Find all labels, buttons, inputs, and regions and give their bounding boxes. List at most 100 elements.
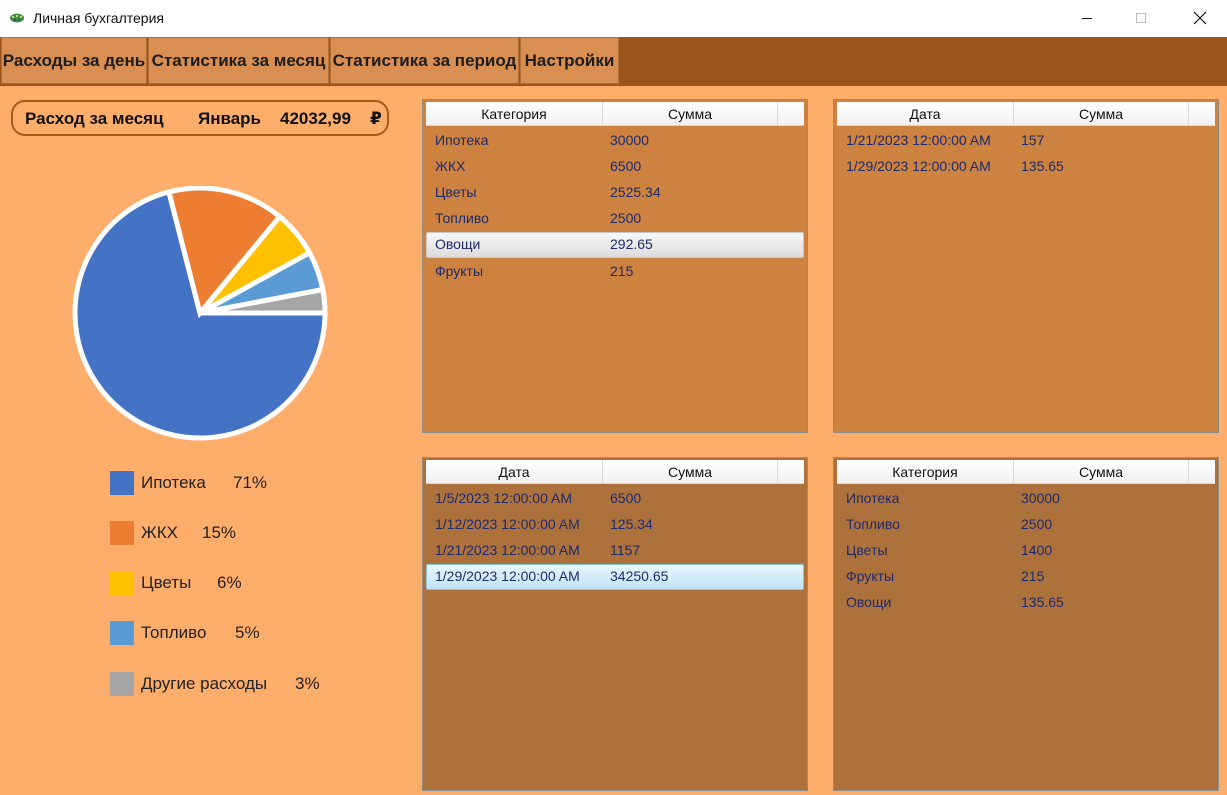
table-row[interactable]: 1/12/2023 12:00:00 AM 125.34 — [426, 512, 804, 538]
column-header[interactable]: Дата — [426, 460, 603, 483]
close-icon — [1193, 11, 1207, 25]
grid-header: Дата Сумма — [837, 102, 1215, 126]
legend-label: Цветы — [141, 573, 192, 592]
table-row[interactable]: Ипотека 30000 — [426, 128, 804, 154]
legend-swatch — [110, 621, 134, 645]
title-bar: Личная бухгалтерия — [0, 0, 1227, 37]
selected-table-row[interactable]: 1/29/2023 12:00:00 AM 34250.65 — [426, 564, 804, 590]
menu-settings[interactable]: Настройки — [520, 37, 619, 84]
table-row[interactable]: 1/29/2023 12:00:00 AM 135.65 — [837, 154, 1215, 180]
table-cell: 2500 — [610, 210, 642, 226]
main-area: Расход за месяц Январь 42032,99 ₽ Ипотек… — [0, 86, 1227, 795]
table-cell: 292.65 — [610, 236, 653, 252]
grid-header: Категория Сумма — [426, 102, 804, 126]
legend-label: Другие расходы — [141, 674, 268, 693]
table-row[interactable]: Цветы 2525.34 — [426, 180, 804, 206]
legend-swatch — [110, 672, 134, 696]
table-cell: Ипотека — [435, 132, 489, 148]
column-header[interactable]: Сумма — [603, 460, 778, 483]
legend-label: ЖКХ — [141, 523, 178, 542]
date-sum-grid-bottom[interactable]: Дата Сумма 1/5/2023 12:00:00 AM 6500 1/1… — [422, 457, 808, 791]
table-row[interactable]: ЖКХ 6500 — [426, 154, 804, 180]
summary-label: Расход за месяц — [25, 109, 164, 128]
table-cell: Фрукты — [435, 263, 484, 279]
table-row[interactable]: Фрукты 215 — [426, 259, 804, 285]
legend-label: Ипотека — [141, 473, 206, 492]
table-cell: Овощи — [846, 594, 892, 610]
table-row[interactable]: Топливо 2500 — [426, 206, 804, 232]
grid-header: Дата Сумма — [426, 460, 804, 484]
menu-monthly-stats[interactable]: Статистика за месяц — [148, 37, 329, 84]
table-cell: Топливо — [846, 516, 900, 532]
maximize-button[interactable] — [1118, 0, 1164, 36]
minimize-button[interactable] — [1064, 0, 1110, 36]
table-cell: Фрукты — [846, 568, 895, 584]
table-cell: 215 — [610, 263, 634, 279]
legend-percent: 5% — [235, 623, 260, 642]
menu-daily-expenses[interactable]: Расходы за день — [1, 37, 147, 84]
table-row[interactable]: Топливо 2500 — [837, 512, 1215, 538]
legend-swatch — [110, 471, 134, 495]
date-sum-grid-top[interactable]: Дата Сумма 1/21/2023 12:00:00 AM 157 1/2… — [833, 99, 1219, 433]
grid-header: Категория Сумма — [837, 460, 1215, 484]
table-cell: Цветы — [435, 184, 477, 200]
menu-bar: Расходы за день Статистика за месяц Стат… — [0, 37, 1227, 86]
table-cell: 2500 — [1021, 516, 1053, 532]
legend-percent: 6% — [217, 573, 242, 592]
table-cell: 135.65 — [1021, 158, 1064, 174]
table-row[interactable]: 1/21/2023 12:00:00 AM 157 — [837, 128, 1215, 154]
legend-percent: 71% — [233, 473, 268, 492]
legend-swatch — [110, 571, 134, 595]
table-cell: Овощи — [435, 236, 481, 252]
legend-label: Топливо — [141, 623, 207, 642]
category-sum-grid[interactable]: Категория Сумма Ипотека 30000 ЖКХ 6500 Ц… — [422, 99, 808, 433]
maximize-icon — [1136, 13, 1146, 23]
close-button[interactable] — [1177, 0, 1223, 36]
table-row[interactable]: Овощи 135.65 — [837, 590, 1215, 616]
table-row[interactable]: Фрукты 215 — [837, 564, 1215, 590]
column-header[interactable]: Сумма — [1014, 460, 1189, 483]
table-row[interactable]: Цветы 1400 — [837, 538, 1215, 564]
table-cell: 1/29/2023 12:00:00 AM — [846, 158, 991, 174]
legend-swatch — [110, 521, 134, 545]
column-header[interactable]: Категория — [837, 460, 1014, 483]
table-cell: Цветы — [846, 542, 888, 558]
column-header[interactable]: Категория — [426, 102, 603, 125]
column-header[interactable]: Сумма — [1014, 102, 1189, 125]
table-cell: Топливо — [435, 210, 489, 226]
legend-percent: 3% — [295, 674, 320, 693]
table-cell: 1157 — [610, 542, 641, 558]
table-cell: 6500 — [610, 490, 642, 506]
table-row[interactable]: 1/21/2023 12:00:00 AM 1157 — [426, 538, 804, 564]
table-cell: 1/29/2023 12:00:00 AM — [435, 568, 580, 584]
window-title: Личная бухгалтерия — [33, 10, 164, 26]
table-cell: 1400 — [1021, 542, 1053, 558]
table-row[interactable]: 1/5/2023 12:00:00 AM 6500 — [426, 486, 804, 512]
menu-period-stats[interactable]: Статистика за период — [330, 37, 519, 84]
table-cell: 125.34 — [610, 516, 653, 532]
table-cell: 215 — [1021, 568, 1045, 584]
table-cell: 1/21/2023 12:00:00 AM — [846, 132, 991, 148]
table-cell: 135.65 — [1021, 594, 1064, 610]
table-cell: 1/21/2023 12:00:00 AM — [435, 542, 580, 558]
expense-pie-chart — [72, 186, 328, 441]
app-icon — [9, 11, 25, 23]
table-cell: 1/12/2023 12:00:00 AM — [435, 516, 580, 532]
month-summary-box: Расход за месяц Январь 42032,99 ₽ — [11, 100, 389, 136]
table-cell: Ипотека — [846, 490, 900, 506]
summary-month: Январь — [198, 109, 262, 128]
minimize-icon — [1082, 18, 1092, 19]
category-sum-grid-bottom[interactable]: Категория Сумма Ипотека 30000 Топливо 25… — [833, 457, 1219, 791]
table-cell: 30000 — [610, 132, 649, 148]
table-cell: 2525.34 — [610, 184, 661, 200]
table-row[interactable]: Ипотека 30000 — [837, 486, 1215, 512]
column-header[interactable]: Дата — [837, 102, 1014, 125]
selected-table-row[interactable]: Овощи 292.65 — [426, 232, 804, 258]
table-cell: 30000 — [1021, 490, 1060, 506]
column-header[interactable]: Сумма — [603, 102, 778, 125]
summary-amount: 42032,99 — [280, 109, 351, 128]
summary-currency: ₽ — [370, 109, 382, 128]
table-cell: 157 — [1021, 132, 1045, 148]
table-cell: 6500 — [610, 158, 642, 174]
table-cell: ЖКХ — [435, 158, 466, 174]
